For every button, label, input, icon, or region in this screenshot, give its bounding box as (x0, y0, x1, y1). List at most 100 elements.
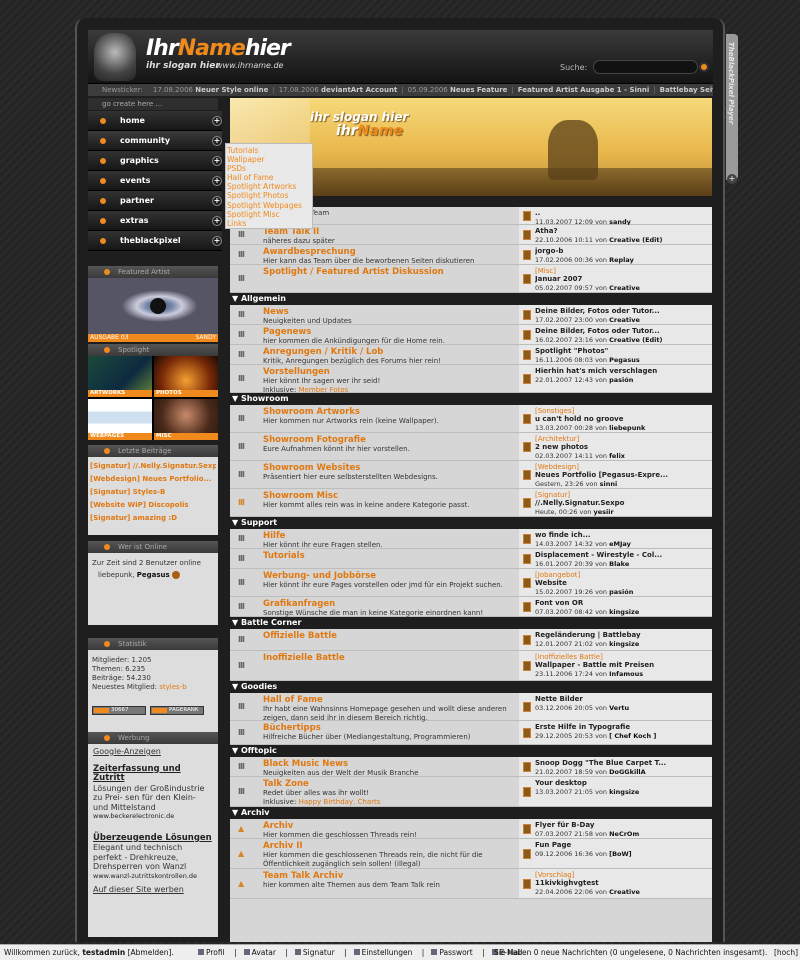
category-header[interactable]: ▼ Battle Corner (230, 617, 712, 629)
last-post-user[interactable]: Creative (Edit) (609, 336, 662, 344)
last-post-user[interactable]: felix (609, 452, 625, 460)
last-post-link[interactable]: Neues Portfolio [Pegasus-Expre... (535, 471, 712, 480)
last-post-link[interactable]: Deine Bilder, Fotos oder Tutor... (535, 327, 712, 336)
submenu-item[interactable]: Spotlight Photos (227, 191, 311, 200)
forum-title-link[interactable]: Showroom Misc (263, 491, 513, 501)
counter-badge[interactable]: 30667 (92, 706, 146, 715)
last-post-user[interactable]: Creative (609, 316, 640, 324)
last-post-user[interactable]: kingsize (609, 608, 639, 616)
forum-title-link[interactable]: Vorstellungen (263, 367, 513, 377)
expand-icon[interactable]: + (212, 156, 222, 166)
forum-title-link[interactable]: Team Talk Archiv (263, 871, 513, 881)
last-post-user[interactable]: Vertu (609, 704, 629, 712)
last-post-user[interactable]: Blake (609, 560, 629, 568)
last-post-link[interactable]: wo finde ich... (535, 531, 712, 540)
nav-item-events[interactable]: events + (88, 171, 222, 191)
logout-link[interactable]: [Abmelden]. (128, 948, 174, 957)
last-post-link[interactable]: Hierhin hat's mich verschlagen (535, 367, 712, 376)
ad-title[interactable]: Überzeugende Lösungen (93, 833, 213, 844)
category-header[interactable]: ▼ Allgemein (230, 293, 712, 305)
category-header[interactable]: ▼ Goodies (230, 681, 712, 693)
spotlight-photos[interactable]: PHOTOS (154, 356, 218, 397)
newsticker-item[interactable]: | 05.09.2006 Neues Feature (397, 86, 507, 94)
username[interactable]: testadmin (82, 948, 125, 957)
forum-title-link[interactable]: Showroom Fotografie (263, 435, 513, 445)
forum-title-link[interactable]: Archiv II (263, 841, 513, 851)
forum-title-link[interactable]: Spotlight / Featured Artist Diskussion (263, 267, 513, 277)
last-post-user[interactable]: Creative (609, 888, 640, 896)
last-post-user[interactable]: kingsize (609, 640, 639, 648)
online-user[interactable]: Pegasus (137, 571, 170, 579)
search-input[interactable] (593, 60, 698, 74)
last-post-user[interactable]: Infamous (609, 670, 643, 678)
expand-icon[interactable]: + (212, 116, 222, 126)
last-post-user[interactable]: pasión (609, 588, 633, 596)
last-post-user[interactable]: Replay (609, 256, 634, 264)
last-post-link[interactable]: Atha? (535, 227, 712, 236)
latest-post-link[interactable]: [Signatur] amazing :D (90, 512, 216, 525)
latest-post-link[interactable]: [Signatur] Styles-B (90, 486, 216, 499)
latest-post-link[interactable]: [Signatur] //.Nelly.Signatur.Sexpo (90, 460, 216, 473)
category-header[interactable]: ▼ Archiv (230, 807, 712, 819)
submenu-item[interactable]: Spotlight Webpages (227, 201, 311, 210)
last-post-link[interactable]: //.Nelly.Signatur.Sexpo (535, 499, 712, 508)
ad-url[interactable]: www.wanzl-zutrittskontrollen.de (93, 872, 213, 882)
search-button[interactable] (699, 62, 709, 72)
last-post-link[interactable]: Snoop Dogg "The Blue Carpet T... (535, 759, 712, 768)
latest-post-link[interactable]: [Website WiP] Discopolis (90, 499, 216, 512)
last-post-user[interactable]: [ Chef Koch ] (609, 732, 656, 740)
forum-title-link[interactable]: Black Music News (263, 759, 513, 769)
newsticker-item[interactable]: | Featured Artist Ausgabe 1 - Sinni (507, 86, 649, 94)
last-post-link[interactable]: Website (535, 579, 712, 588)
latest-post-link[interactable]: [Webdesign] Neues Portfolio... (90, 473, 216, 486)
forum-title-link[interactable]: Werbung- und Jobbörse (263, 571, 513, 581)
newsticker-item[interactable]: 17.08.2006 Neuer Style online (145, 86, 268, 94)
last-post-user[interactable]: liebepunk (609, 424, 645, 432)
nav-item-graphics[interactable]: graphics + (88, 151, 222, 171)
subforum-link[interactable]: Happy Birthday, Charts (299, 798, 381, 806)
expand-icon[interactable]: + (212, 176, 222, 186)
expand-icon[interactable]: + (212, 196, 222, 206)
forum-title-link[interactable]: Showroom Artworks (263, 407, 513, 417)
forum-title-link[interactable]: Hall of Fame (263, 695, 513, 705)
last-post-user[interactable]: Creative (Edit) (609, 236, 662, 244)
last-post-user[interactable]: NeCrOm (609, 830, 639, 838)
expand-icon[interactable]: + (212, 236, 222, 246)
expand-icon[interactable]: + (212, 216, 222, 226)
category-header[interactable]: ▼ Offtopic (230, 745, 712, 757)
newsticker-item[interactable]: | 17.08.2006 deviantArt Account (268, 86, 397, 94)
last-post-link[interactable]: Font von OR (535, 599, 712, 608)
submenu-item[interactable]: Spotlight Misc (227, 210, 311, 219)
last-post-user[interactable]: eMJay (609, 540, 631, 548)
forum-title-link[interactable]: Inoffizielle Battle (263, 653, 513, 663)
newest-member-link[interactable]: styles-b (159, 683, 186, 691)
last-post-link[interactable]: Displacement - Wirestyle - Col... (535, 551, 712, 560)
submenu-item[interactable]: Wallpaper (227, 155, 311, 164)
forum-title-link[interactable]: Grafikanfragen (263, 599, 513, 609)
pagerank-badge[interactable]: PAGERANK (150, 706, 204, 715)
forum-title-link[interactable]: Tutorials (263, 551, 513, 561)
online-user[interactable]: liebepunk, (98, 571, 135, 579)
last-post-link[interactable]: u can't hold no groove (535, 415, 712, 424)
nav-item-home[interactable]: home + (88, 111, 222, 131)
forum-title-link[interactable]: Hilfe (263, 531, 513, 541)
last-post-link[interactable]: Wallpaper - Battle mit Preisen (535, 661, 712, 670)
last-post-user[interactable]: pasión (609, 376, 633, 384)
message-status[interactable]: Sie haben 0 neue Nachrichten (0 ungelese… (494, 945, 767, 960)
last-post-link[interactable]: .. (535, 209, 712, 218)
usercp-link[interactable]: Profil | (198, 948, 237, 957)
forum-title-link[interactable]: Showroom Websites (263, 463, 513, 473)
spotlight-artworks[interactable]: ARTWORKS (88, 356, 152, 397)
ad-title[interactable]: Zeiterfassung und Zutritt (93, 764, 213, 784)
forum-title-link[interactable]: Pagenews (263, 327, 513, 337)
player-tab[interactable]: TheBlackPixel Player (726, 34, 738, 180)
nav-item-partner[interactable]: partner + (88, 191, 222, 211)
google-ads-link[interactable]: Google-Anzeigen (93, 747, 213, 757)
last-post-user[interactable]: Pegasus (609, 356, 640, 364)
last-post-link[interactable]: Fun Page (535, 841, 712, 850)
usercp-link[interactable]: Avatar | (243, 948, 288, 957)
last-post-link[interactable]: Regeländerung | Battlebay (535, 631, 712, 640)
forum-title-link[interactable]: Anregungen / Kritik / Lob (263, 347, 513, 357)
last-post-link[interactable]: jorgo-b (535, 247, 712, 256)
newsticker-item[interactable]: |Battlebay Seite (649, 86, 713, 94)
